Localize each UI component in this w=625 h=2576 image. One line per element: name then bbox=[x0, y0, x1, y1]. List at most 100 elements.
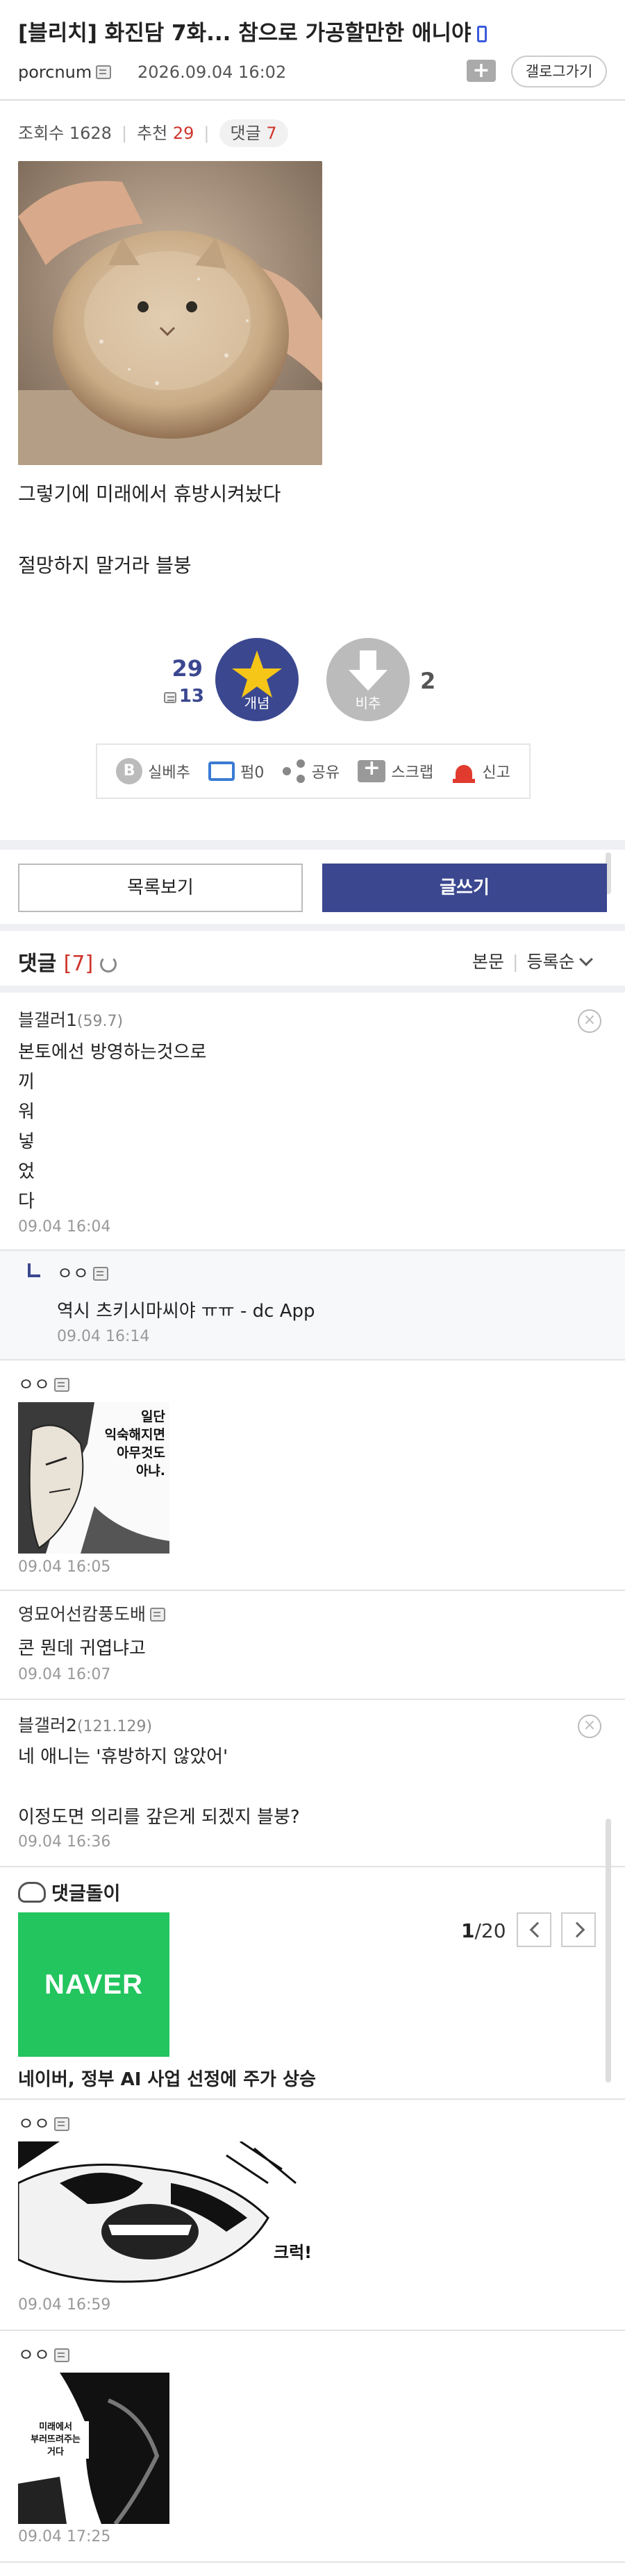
dccon-speech-line: 아냐. bbox=[135, 1463, 165, 1479]
gallog-icon bbox=[54, 2117, 70, 2131]
post-stats: 조회수 1628 | 추천 29 | 댓글 7 bbox=[18, 118, 288, 149]
post-body-line-2: 절망하지 말거라 블붕 bbox=[18, 554, 192, 577]
comment-nick-name[interactable]: ㅇㅇ bbox=[18, 1374, 50, 1395]
comment-time: 09.04 16:14 bbox=[57, 1328, 150, 1345]
vote-up-button[interactable]: 개념 bbox=[215, 638, 299, 721]
report-button[interactable]: 신고 bbox=[451, 759, 510, 783]
post-title-text: [블리치] 화진담 7화... 참으로 가공할만한 애니야 bbox=[18, 21, 472, 46]
comment-time: 09.04 16:59 bbox=[18, 2296, 111, 2314]
vote-down-count: 2 bbox=[420, 668, 436, 694]
comment-text: 이정도면 의리를 갚은게 되겠지 블붕? bbox=[18, 1807, 300, 1828]
list-button[interactable]: 목록보기 bbox=[18, 864, 303, 912]
mobile-icon bbox=[476, 26, 487, 42]
scrap-icon bbox=[358, 756, 386, 782]
row-divider bbox=[0, 1866, 625, 1867]
folder-add-icon[interactable] bbox=[467, 58, 496, 83]
related-headline[interactable]: 네이버, 정부 AI 사업 선정에 주가 상승 bbox=[18, 2065, 316, 2091]
row-divider bbox=[0, 1699, 625, 1700]
comments-count: [7] bbox=[63, 952, 94, 976]
gallog-button[interactable]: 갤로그가기 bbox=[511, 56, 607, 87]
share-button[interactable]: 공유 bbox=[282, 759, 340, 783]
comment-text: 끼 bbox=[18, 1072, 35, 1093]
vote-down-label: 비추 bbox=[355, 695, 381, 712]
dccon-speech-line: 일단 bbox=[141, 1409, 165, 1424]
comment-nick-name[interactable]: 블갤러1 bbox=[18, 1010, 77, 1030]
comment-nick[interactable]: 블갤러2(121.129) bbox=[18, 1712, 152, 1737]
comment-nick[interactable]: ㅇㅇ bbox=[57, 1260, 109, 1285]
refresh-icon[interactable] bbox=[100, 956, 117, 973]
row-divider bbox=[0, 1359, 625, 1361]
sort-body-option[interactable]: 본문 bbox=[472, 952, 504, 972]
comment-time: 09.04 16:04 bbox=[18, 1218, 111, 1236]
scrap-button[interactable]: 스크랩 bbox=[358, 756, 434, 782]
close-icon[interactable]: × bbox=[578, 1009, 601, 1033]
comment-time: 09.04 16:05 bbox=[18, 1558, 111, 1576]
row-divider bbox=[0, 2330, 625, 2331]
pager-prev-button[interactable] bbox=[517, 1912, 551, 1947]
comment-text: 었 bbox=[18, 1161, 35, 1182]
chevron-left-icon bbox=[529, 1921, 546, 1938]
separator: | bbox=[203, 124, 210, 143]
comment-time: 09.04 16:07 bbox=[18, 1666, 111, 1683]
comment-text: 다 bbox=[18, 1191, 35, 1212]
comments-title-text: 댓글 bbox=[18, 952, 57, 976]
comment-nick-name[interactable]: 블갤러2 bbox=[18, 1715, 77, 1735]
comment-text: 넣 bbox=[18, 1131, 35, 1152]
comment-nick-name[interactable]: ㅇㅇ bbox=[18, 2345, 50, 2365]
best-recommend-button[interactable]: B 실베추 bbox=[116, 758, 190, 784]
comment-nick-name[interactable]: 영묘어선캄풍도배 bbox=[18, 1604, 146, 1624]
post-datetime: 2026.09.04 16:02 bbox=[138, 62, 287, 82]
report-label: 신고 bbox=[482, 764, 510, 782]
repost-icon bbox=[208, 761, 235, 781]
repost-button[interactable]: 펌0 bbox=[208, 760, 264, 782]
section-divider bbox=[0, 924, 625, 931]
separator: | bbox=[512, 952, 519, 972]
close-icon[interactable]: × bbox=[578, 1715, 601, 1738]
section-divider bbox=[0, 840, 625, 850]
post-body-line-1: 그렇기에 미래에서 휴방시켜놨다 bbox=[18, 482, 281, 505]
scrap-label: 스크랩 bbox=[391, 764, 434, 782]
comment-nick[interactable]: 블갤러1(59.7) bbox=[18, 1007, 123, 1032]
comment-nick[interactable]: ㅇㅇ bbox=[18, 2110, 70, 2135]
post-header: [블리치] 화진담 7화... 참으로 가공할만한 애니야 porcnum 20… bbox=[0, 0, 625, 101]
share-icon bbox=[282, 759, 306, 783]
row-divider bbox=[0, 2098, 625, 2100]
chevron-right-icon bbox=[569, 1921, 585, 1938]
dccon-image: 일단 익숙해지면 아무것도 아냐. bbox=[18, 1402, 169, 1554]
best-recommend-label: 실베추 bbox=[148, 764, 190, 782]
gallog-icon bbox=[54, 2348, 70, 2362]
scrollbar[interactable] bbox=[606, 1819, 611, 2082]
vote-mobile-count: 13 bbox=[157, 686, 204, 707]
vote-mobile-count-value: 13 bbox=[178, 686, 204, 707]
vote-up-count: 29 bbox=[172, 655, 203, 682]
comment-nick-name[interactable]: ㅇㅇ bbox=[57, 1263, 89, 1283]
siren-icon bbox=[451, 759, 476, 783]
comment-text: 워 bbox=[18, 1102, 35, 1122]
pager-next-button[interactable] bbox=[561, 1912, 596, 1947]
dccon-image: 미래에서 부러뜨려주는 거다 bbox=[18, 2373, 169, 2524]
comment-nick[interactable]: ㅇㅇ bbox=[18, 1371, 70, 1396]
author-name[interactable]: porcnum bbox=[18, 62, 92, 82]
gallog-icon bbox=[54, 1378, 70, 1392]
comment-sort: 본문 | 등록순 bbox=[472, 948, 594, 973]
related-pager: 1/20 bbox=[461, 1919, 506, 1942]
post-author[interactable]: porcnum bbox=[18, 62, 112, 82]
gallog-icon bbox=[93, 1267, 109, 1281]
comment-nick[interactable]: ㅇㅇ bbox=[18, 2341, 70, 2366]
write-button[interactable]: 글쓰기 bbox=[322, 864, 607, 912]
row-divider bbox=[0, 1249, 625, 1251]
reply-arrow-icon bbox=[28, 1263, 40, 1277]
dccon-speech: 미래에서 부러뜨려주는 거다 bbox=[22, 2421, 89, 2459]
vote-down-button[interactable]: 비추 bbox=[326, 638, 410, 721]
recommend-label: 추천 bbox=[137, 124, 168, 143]
action-bar: B 실베추 펌0 공유 스크랩 신고 bbox=[96, 743, 531, 799]
comment-nick[interactable]: 영묘어선캄풍도배 bbox=[18, 1601, 166, 1626]
comment-count: 7 bbox=[266, 124, 277, 143]
repost-label: 펌0 bbox=[240, 764, 265, 782]
comment-nick-name[interactable]: ㅇㅇ bbox=[18, 2114, 50, 2134]
gallog-icon bbox=[150, 1608, 166, 1622]
naver-logo-thumbnail[interactable]: NAVER bbox=[18, 1912, 169, 2057]
comment-ip: (121.129) bbox=[76, 1718, 153, 1735]
comment-count-pill[interactable]: 댓글 7 bbox=[219, 119, 288, 147]
sort-order-dropdown[interactable]: 등록순 bbox=[526, 952, 574, 972]
